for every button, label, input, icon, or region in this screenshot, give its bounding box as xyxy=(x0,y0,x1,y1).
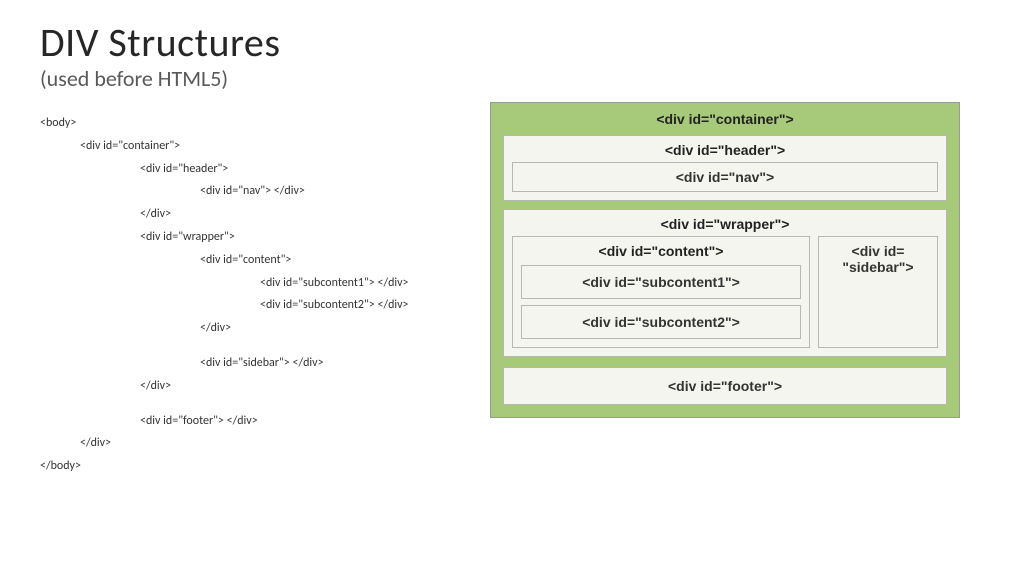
diagram-wrapper-box: <div id="wrapper"> <div id="content"> <d… xyxy=(503,209,947,357)
code-line: <div id="container"> xyxy=(40,135,460,158)
code-line: </body> xyxy=(40,455,460,478)
slide: DIV Structures (used before HTML5) <body… xyxy=(0,0,1024,576)
code-line: <div id="wrapper"> xyxy=(40,226,460,249)
title-block: DIV Structures (used before HTML5) xyxy=(40,18,984,92)
slide-subtitle: (used before HTML5) xyxy=(40,65,984,92)
diagram-footer-box: <div id="footer"> xyxy=(503,367,947,405)
diagram-container: <div id="container"> <div id="header"> <… xyxy=(490,102,960,418)
slide-content: <body> <div id="container"> <div id="hea… xyxy=(40,102,984,556)
diagram-label-container: <div id="container"> xyxy=(503,111,947,127)
diagram-content-box: <div id="content"> <div id="subcontent1"… xyxy=(512,236,810,348)
code-line: <div id="subcontent2"> </div> xyxy=(40,294,460,317)
code-line: </div> xyxy=(40,317,460,340)
diagram-label-sidebar-line2: "sidebar"> xyxy=(825,259,931,275)
code-line: <div id="subcontent1"> </div> xyxy=(40,272,460,295)
code-line: <div id="header"> xyxy=(40,158,460,181)
diagram-subcontent2-box: <div id="subcontent2"> xyxy=(521,305,801,339)
diagram-label-header: <div id="header"> xyxy=(512,142,938,158)
diagram-nav-box: <div id="nav"> xyxy=(512,162,938,192)
diagram-label-wrapper: <div id="wrapper"> xyxy=(512,216,938,232)
diagram-label-content: <div id="content"> xyxy=(521,243,801,259)
code-line: <div id="sidebar"> </div> xyxy=(40,352,460,375)
code-line: </div> xyxy=(40,432,460,455)
code-line: </div> xyxy=(40,375,460,398)
diagram-header-box: <div id="header"> <div id="nav"> xyxy=(503,135,947,201)
code-line: <div id="nav"> </div> xyxy=(40,180,460,203)
diagram-sidebar-box: <div id= "sidebar"> xyxy=(818,236,938,348)
code-line: <body> xyxy=(40,112,460,135)
diagram-label-sidebar-line1: <div id= xyxy=(825,243,931,259)
code-line: </div> xyxy=(40,203,460,226)
code-listing: <body> <div id="container"> <div id="hea… xyxy=(40,102,460,478)
slide-title: DIV Structures xyxy=(40,18,984,67)
code-line: <div id="footer"> </div> xyxy=(40,410,460,433)
code-line: <div id="content"> xyxy=(40,249,460,272)
diagram-subcontent1-box: <div id="subcontent1"> xyxy=(521,265,801,299)
diagram-wrapper-inner: <div id="content"> <div id="subcontent1"… xyxy=(512,236,938,348)
